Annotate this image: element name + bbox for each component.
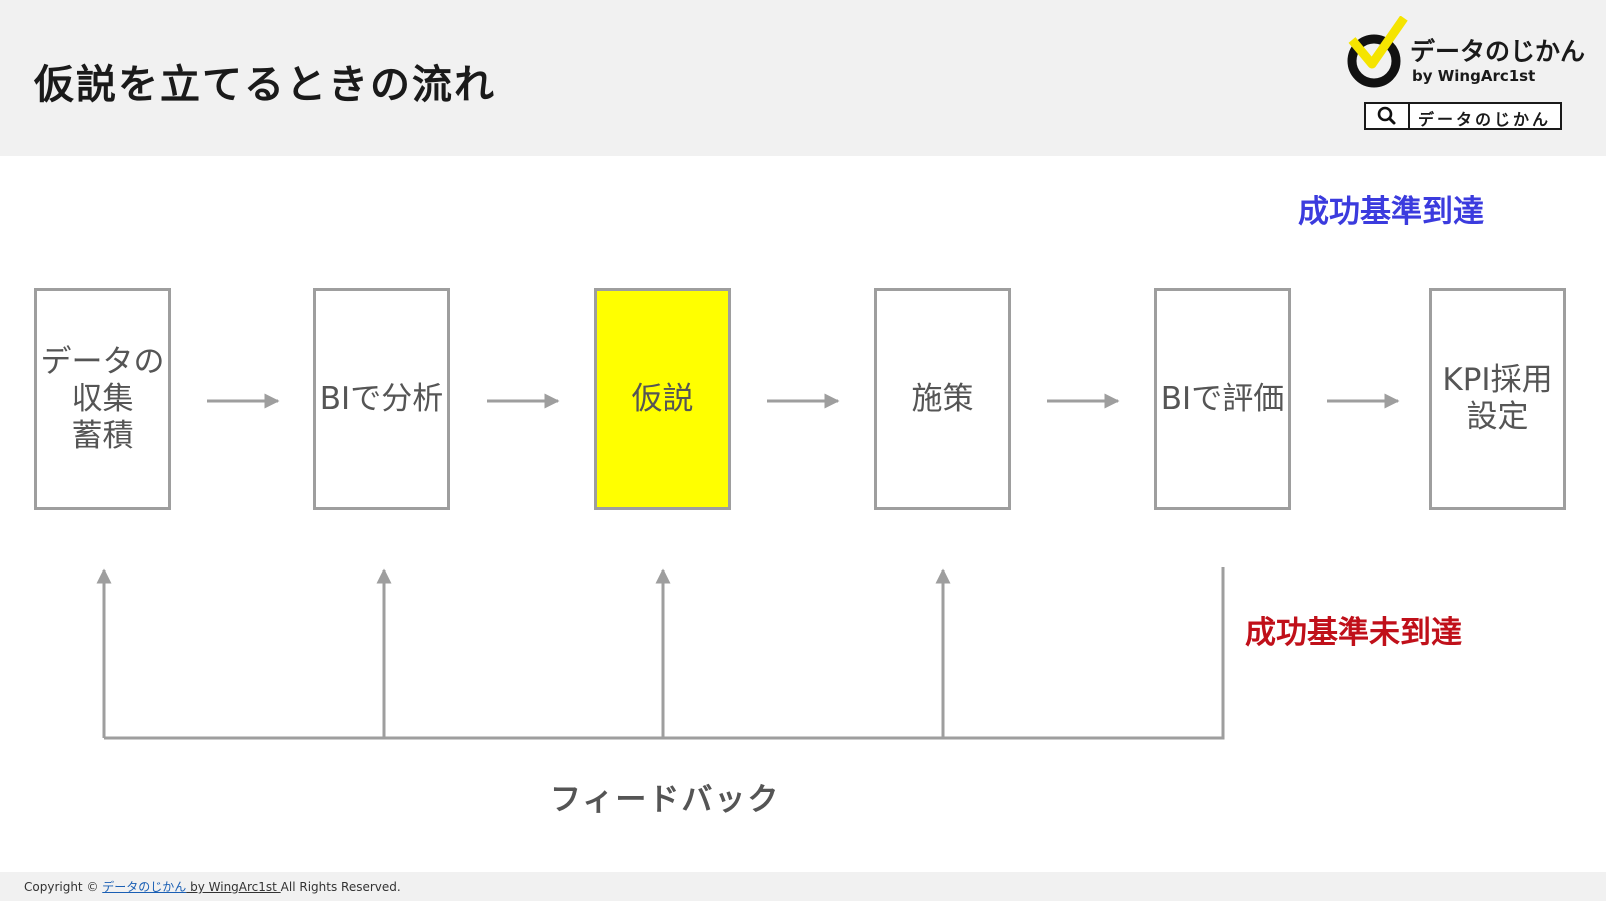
footer-by: by WingArc1st	[186, 880, 281, 894]
step-label: 仮説	[631, 380, 694, 417]
step-label: データの 収集 蓄積	[40, 343, 165, 454]
step-label: KPI採用 設定	[1442, 362, 1553, 435]
step-label: BIで分析	[319, 380, 444, 417]
feedback-loop	[96, 567, 1225, 740]
step-bi-analysis: BIで分析	[313, 288, 450, 510]
step-measures: 施策	[874, 288, 1011, 510]
step-label: BIで評価	[1160, 380, 1285, 417]
step-hypothesis: 仮説	[594, 288, 731, 510]
success-criteria-label: 成功基準到達	[1298, 194, 1484, 230]
copyright: Copyright © データのじかん by WingArc1st All Ri…	[24, 878, 401, 895]
feedback-label: フィードバック	[550, 782, 781, 818]
failure-criteria-label: 成功基準未到達	[1245, 615, 1462, 651]
step-kpi-setting: KPI採用 設定	[1429, 288, 1566, 510]
step-label: 施策	[911, 380, 974, 417]
step-data-collection: データの 収集 蓄積	[34, 288, 171, 510]
copyright-prefix: Copyright ©	[24, 880, 103, 894]
footer-site-link[interactable]: データのじかん	[102, 880, 186, 894]
step-bi-evaluation: BIで評価	[1154, 288, 1291, 510]
flow-connectors	[96, 393, 1400, 740]
footer: Copyright © データのじかん by WingArc1st All Ri…	[0, 872, 1606, 901]
copyright-suffix: All Rights Reserved.	[280, 880, 401, 894]
